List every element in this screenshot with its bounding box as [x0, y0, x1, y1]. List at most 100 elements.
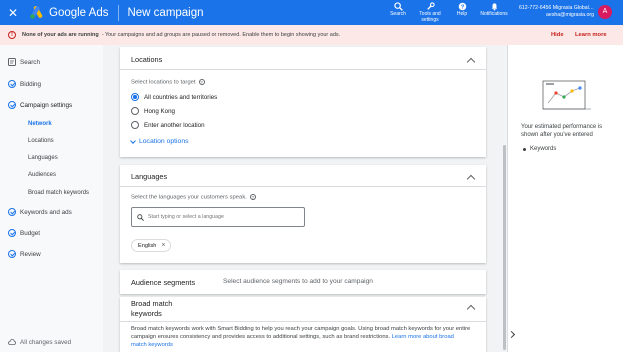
languages-card: Languages Select the languages your cust… — [120, 165, 486, 263]
sidebar-item-review[interactable]: Review — [8, 250, 41, 258]
bullet-icon — [523, 147, 526, 151]
sidebar-subitem-locations[interactable]: Locations — [28, 138, 54, 144]
check-circle-icon — [8, 229, 16, 237]
account-id: 612-772-6456 Migrasia Global… — [519, 5, 594, 11]
notifications-button[interactable]: Notifications — [478, 0, 510, 25]
locations-title: Locations — [131, 55, 163, 64]
notifications-label: Notifications — [480, 11, 508, 17]
account-email: aesha@migrasia.org — [546, 12, 594, 18]
topbar-divider — [118, 4, 120, 21]
check-circle-icon — [8, 250, 16, 258]
languages-prompt-text: Select the languages your customers spea… — [131, 194, 247, 201]
sidebar-item-search[interactable]: Search — [8, 58, 40, 66]
alert-headline: None of your ads are running — [22, 32, 99, 38]
performance-bullet: Keywords — [523, 146, 556, 152]
brand-name: Google Ads — [49, 6, 109, 19]
bell-icon — [491, 3, 497, 11]
sidebar-subitem-languages[interactable]: Languages — [28, 155, 58, 161]
audience-segments-card[interactable]: Audience segments Select audience segmen… — [120, 270, 486, 294]
search-tool-button[interactable]: Search — [382, 0, 414, 25]
radio-label: All countries and territories — [144, 93, 218, 101]
broad-match-title-line2: keywords — [131, 309, 162, 318]
chevron-up-icon[interactable] — [466, 304, 476, 314]
sidebar-item-label: Search — [20, 58, 40, 66]
alert-learn-more-link[interactable]: Learn more — [575, 32, 607, 38]
locations-prompt: Select locations to target? — [131, 79, 205, 86]
radio-all-countries[interactable]: All countries and territories — [131, 93, 217, 101]
avatar[interactable]: A — [598, 5, 612, 19]
radio-hong-kong[interactable]: Hong Kong — [131, 107, 175, 115]
chip-label: English — [138, 242, 157, 249]
help-icon[interactable]: ? — [249, 194, 256, 200]
chevron-up-icon[interactable] — [466, 174, 476, 184]
save-status: All changes saved — [8, 338, 71, 346]
radio-selected-icon — [131, 93, 139, 101]
radio-unselected-icon — [131, 107, 139, 115]
sidebar-item-campaign-settings[interactable]: Campaign settings — [8, 101, 72, 109]
performance-message: Your estimated performance is shown afte… — [521, 124, 603, 138]
search-icon — [137, 213, 144, 221]
sidebar-item-label: Review — [20, 250, 41, 258]
page-title: New campaign — [127, 6, 204, 19]
tools-settings-label: Tools and settings — [419, 11, 441, 23]
performance-chart-illustration — [542, 80, 591, 110]
languages-prompt: Select the languages your customers spea… — [131, 194, 256, 201]
sidebar-subitem-audiences[interactable]: Audiences — [28, 172, 56, 178]
radio-unselected-icon — [131, 121, 139, 129]
broad-match-title: Broad match keywords — [131, 299, 172, 319]
language-chip-english[interactable]: English × — [131, 239, 172, 252]
sidebar-item-label: Keywords and ads — [20, 208, 72, 216]
check-circle-icon — [8, 80, 16, 88]
location-options-toggle[interactable]: Location options — [130, 137, 189, 145]
chevron-up-icon[interactable] — [466, 57, 476, 67]
error-icon: ! — [8, 31, 16, 39]
search-campaign-icon — [8, 58, 16, 66]
search-tool-label: Search — [390, 11, 406, 17]
sidebar-subitem-network[interactable]: Network — [28, 121, 52, 127]
account-info[interactable]: 612-772-6456 Migrasia Global… aesha@migr… — [512, 5, 594, 19]
divider — [120, 186, 486, 187]
location-options-label: Location options — [139, 138, 189, 145]
tools-settings-button[interactable]: Tools and settings — [414, 0, 446, 25]
help-icon[interactable]: ? — [198, 79, 205, 85]
remove-chip-icon[interactable]: × — [161, 242, 165, 249]
broad-match-title-line1: Broad match — [131, 299, 173, 308]
svg-text:?: ? — [460, 5, 464, 11]
locations-card: Locations Select locations to target? Al… — [120, 47, 486, 157]
help-label: Help — [456, 11, 468, 17]
sidebar-item-bidding[interactable]: Bidding — [8, 80, 41, 88]
close-icon[interactable]: ✕ — [8, 7, 20, 19]
languages-title: Languages — [131, 172, 168, 181]
radio-other-location[interactable]: Enter another location — [131, 121, 205, 129]
cloud-done-icon — [8, 339, 16, 345]
check-circle-icon — [8, 101, 16, 109]
chevron-down-icon — [130, 137, 136, 144]
top-bar: ✕ Google Ads New campaign Search Tools a… — [0, 0, 623, 25]
language-search-input[interactable] — [148, 214, 298, 220]
language-search-field[interactable] — [131, 207, 305, 227]
audience-segments-title: Audience segments — [131, 278, 196, 287]
scrollbar-thumb[interactable] — [503, 145, 506, 350]
sidebar-subitem-broad-match[interactable]: Broad match keywords — [28, 190, 89, 196]
check-circle-icon — [8, 208, 16, 216]
wrench-icon — [426, 2, 435, 10]
divider — [120, 321, 486, 322]
alert-hide-button[interactable]: Hide — [551, 32, 564, 38]
divider — [120, 69, 486, 70]
main-content: Locations Select locations to target? Al… — [103, 45, 506, 352]
topbar-tools: Search Tools and settings ? Help Notific… — [382, 0, 510, 25]
performance-panel: Your estimated performance is shown afte… — [507, 45, 623, 352]
save-status-text: All changes saved — [20, 338, 72, 346]
sidebar-item-label: Campaign settings — [20, 101, 73, 109]
sidebar-item-keywords-ads[interactable]: Keywords and ads — [8, 208, 72, 216]
sidebar-item-label: Budget — [20, 229, 40, 237]
help-icon: ? — [458, 2, 466, 11]
radio-label: Hong Kong — [144, 107, 175, 115]
broad-match-card: Broad match keywords Broad match keyword… — [120, 297, 486, 352]
search-icon — [393, 2, 403, 11]
audience-segments-desc: Select audience segments to add to your … — [223, 278, 373, 285]
radio-label: Enter another location — [144, 121, 205, 129]
help-button[interactable]: ? Help — [446, 0, 478, 25]
locations-prompt-text: Select locations to target — [131, 79, 196, 86]
sidebar-item-budget[interactable]: Budget — [8, 229, 40, 237]
